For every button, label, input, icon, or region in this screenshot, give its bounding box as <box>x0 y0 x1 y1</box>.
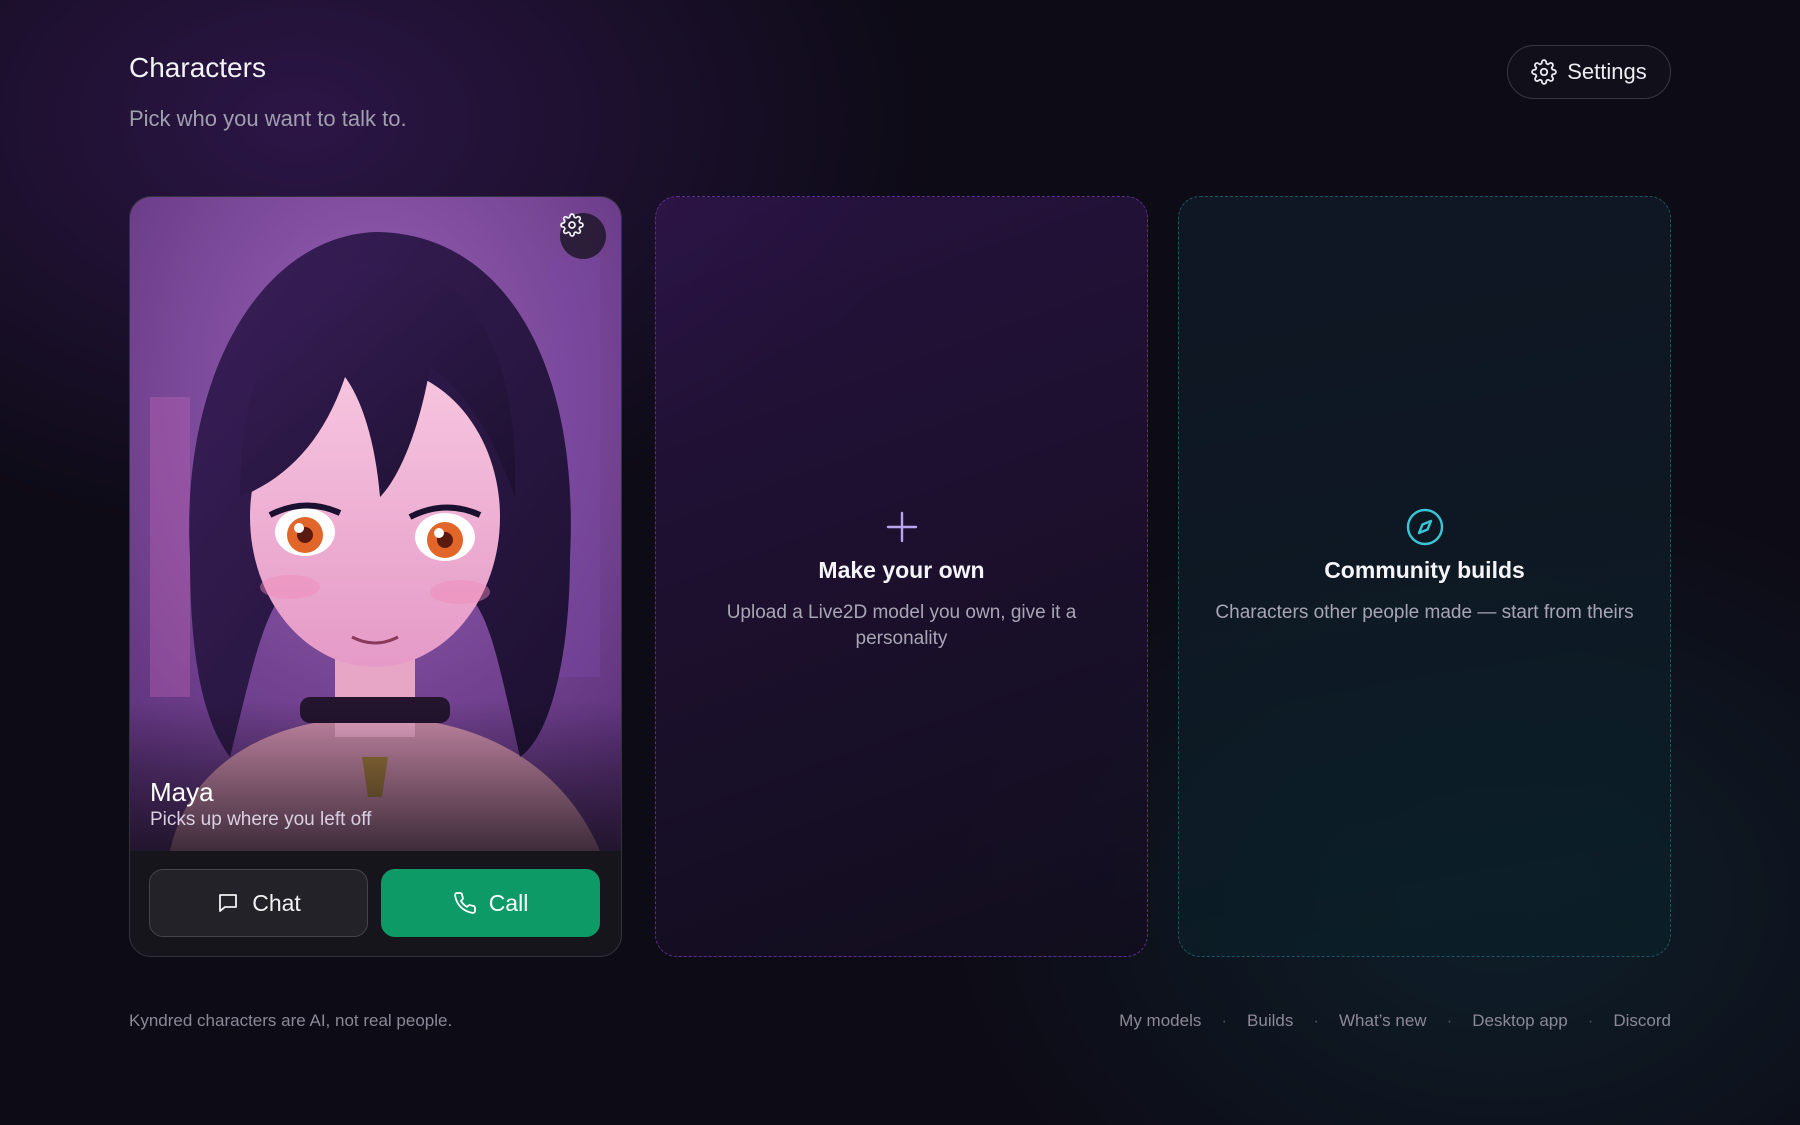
chat-button[interactable]: Chat <box>149 869 368 937</box>
community-builds-description: Characters other people made — start fro… <box>1215 602 1634 623</box>
make-your-own-title: Make your own <box>818 557 985 583</box>
settings-button[interactable]: Settings <box>1507 45 1671 99</box>
footer-links: My models · Builds · What’s new · Deskto… <box>1119 1011 1671 1031</box>
footer-separator: · <box>1313 1011 1320 1030</box>
character-tagline: Picks up where you left off <box>150 809 372 830</box>
footer-link-builds[interactable]: Builds <box>1247 1011 1293 1031</box>
footer-separator: · <box>1587 1011 1594 1030</box>
footer-separator: · <box>1221 1011 1228 1030</box>
make-your-own-content: Make your own Upload a Live2D model you … <box>656 507 1147 652</box>
community-builds-card[interactable]: Community builds Characters other people… <box>1178 196 1671 957</box>
page-title: Characters <box>129 52 266 83</box>
footer-link-my-models[interactable]: My models <box>1119 1011 1201 1031</box>
character-settings-button[interactable] <box>560 213 606 259</box>
footer-link-desktop-app[interactable]: Desktop app <box>1472 1011 1567 1031</box>
make-your-own-card[interactable]: Make your own Upload a Live2D model you … <box>655 196 1148 957</box>
call-label: Call <box>488 889 529 916</box>
community-builds-title: Community builds <box>1324 557 1525 583</box>
compass-icon <box>1406 508 1443 546</box>
phone-icon <box>453 892 476 914</box>
footer-separator: · <box>1446 1011 1453 1030</box>
page-header: Characters Pick who you want to talk to. <box>129 52 407 132</box>
community-builds-content: Community builds Characters other people… <box>1179 507 1670 626</box>
gear-icon <box>1531 59 1558 85</box>
plus-icon <box>886 511 917 543</box>
call-button[interactable]: Call <box>381 869 600 937</box>
ai-disclaimer: Kyndred characters are AI, not real peop… <box>129 1011 453 1030</box>
footer-link-whats-new[interactable]: What’s new <box>1339 1011 1427 1031</box>
settings-label: Settings <box>1567 59 1647 84</box>
character-actions: Chat Call <box>149 869 600 937</box>
character-portrait: Maya Picks up where you left off <box>130 197 621 851</box>
character-name: Maya <box>150 777 214 807</box>
gear-icon <box>560 213 584 237</box>
footer-link-discord[interactable]: Discord <box>1613 1011 1671 1031</box>
chat-label: Chat <box>252 889 301 916</box>
make-your-own-description: Upload a Live2D model you own, give it a… <box>726 602 1077 649</box>
chat-bubble-icon <box>219 894 238 912</box>
page-subtitle: Pick who you want to talk to. <box>129 106 407 131</box>
character-card[interactable]: Maya Picks up where you left off Chat Ca… <box>129 196 622 957</box>
